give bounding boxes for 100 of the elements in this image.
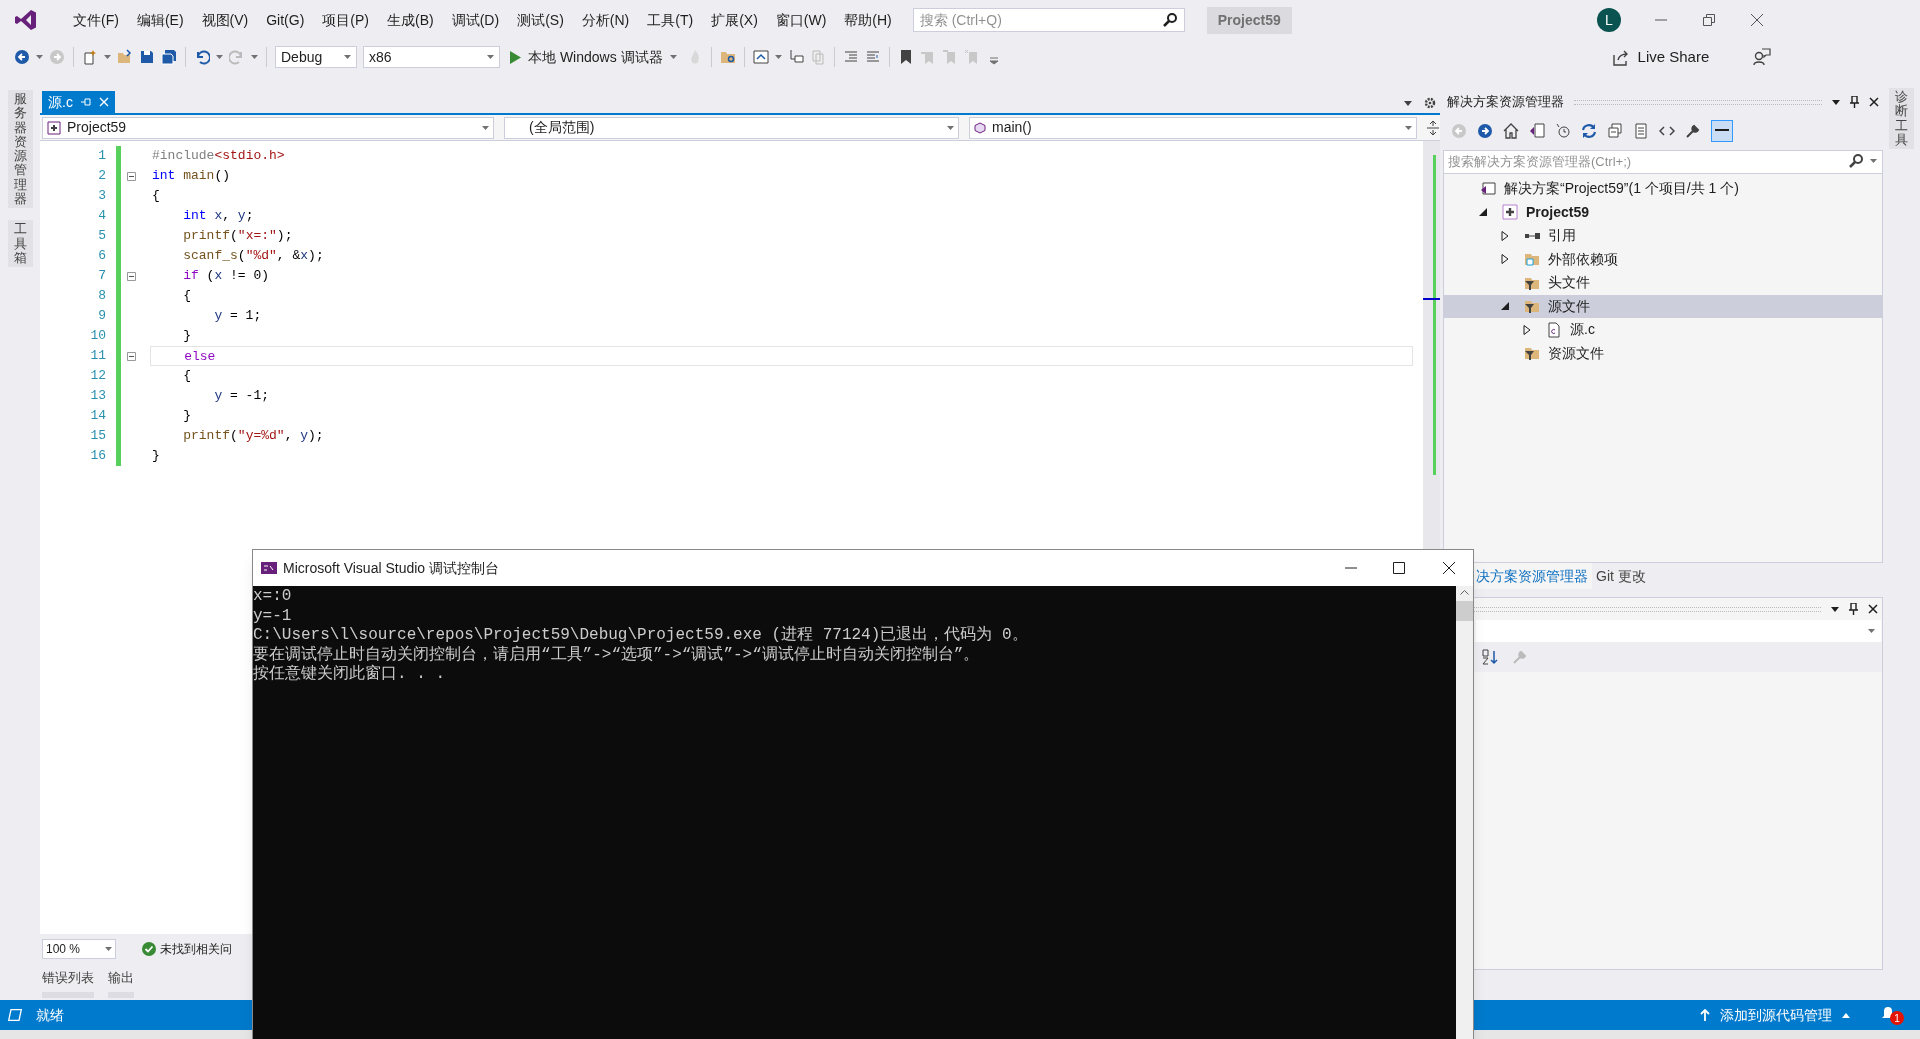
avatar[interactable]: L <box>1596 8 1621 32</box>
line-number: 7 <box>97 267 106 285</box>
caret-icon[interactable] <box>251 55 258 59</box>
scope-dropdown[interactable]: (全局范围) <box>504 116 959 139</box>
scroll-thumb[interactable] <box>1456 601 1473 621</box>
menu-item[interactable]: Git(G) <box>257 6 314 34</box>
open-folder-icon[interactable] <box>117 49 133 65</box>
search-field[interactable]: 搜索 (Ctrl+Q) <box>912 8 1185 32</box>
home-icon[interactable] <box>1503 123 1519 139</box>
line-number: 2 <box>97 167 106 185</box>
restore-icon[interactable] <box>1702 14 1715 26</box>
refresh-icon[interactable] <box>1581 123 1597 139</box>
menu-item[interactable]: 窗口(W) <box>766 6 836 34</box>
menu-item[interactable]: 测试(S) <box>508 6 573 34</box>
search-field[interactable]: 搜索解决方案资源管理器(Ctrl+;) <box>1443 149 1883 174</box>
menu-item[interactable]: 分析(N) <box>572 6 639 34</box>
scroll-bar[interactable] <box>1456 586 1473 1039</box>
menu-item[interactable]: 扩展(X) <box>702 6 767 34</box>
menu-item[interactable]: 调试(D) <box>442 6 509 34</box>
search-icon <box>1162 13 1177 27</box>
menu-item[interactable]: 编辑(E) <box>127 6 193 34</box>
collapse-icon[interactable] <box>127 171 136 181</box>
platform-dropdown[interactable]: x86 <box>363 46 500 68</box>
solution-switch-icon[interactable] <box>1529 123 1545 139</box>
collapse-icon[interactable] <box>127 271 136 281</box>
forward-icon[interactable] <box>1477 123 1493 139</box>
tree-item[interactable]: 解决方案“Project59”(1 个项目/共 1 个) <box>1444 177 1882 201</box>
line-number: 14 <box>89 407 106 425</box>
tree-item[interactable]: 头文件 <box>1444 271 1882 295</box>
expand-arrow-icon[interactable] <box>1522 324 1532 335</box>
status-text: 就绪 <box>36 1005 64 1025</box>
undo-icon[interactable] <box>194 49 210 65</box>
menu-item[interactable]: 帮助(H) <box>835 6 901 34</box>
tree-item[interactable]: 外部依赖项 <box>1444 247 1882 271</box>
caret-icon <box>1870 159 1877 163</box>
source-control-button[interactable]: 添加到源代码管理 <box>1700 1004 1850 1026</box>
tree-item[interactable]: 源文件 <box>1444 294 1882 318</box>
tree-item[interactable]: 源.c <box>1444 318 1882 342</box>
collapse-all-icon[interactable] <box>1607 123 1623 139</box>
history-icon[interactable] <box>1555 123 1571 139</box>
pin-icon[interactable] <box>1849 603 1858 615</box>
maximize-icon[interactable] <box>1393 562 1405 574</box>
dropdown-icon[interactable] <box>1832 99 1840 105</box>
feedback-person-icon[interactable] <box>1753 48 1772 66</box>
member-dropdown[interactable]: main() <box>969 116 1417 139</box>
split-icon[interactable] <box>1427 120 1439 135</box>
live-share-button[interactable]: Live Share <box>1612 45 1710 69</box>
configuration-dropdown[interactable]: Debug <box>275 46 357 68</box>
zoom-dropdown[interactable]: 100 % <box>42 939 116 959</box>
side-tab[interactable]: 工具箱 <box>7 220 33 268</box>
caret-icon[interactable] <box>104 55 111 59</box>
close-icon[interactable] <box>1868 604 1878 614</box>
preview-toggle-button[interactable] <box>1711 120 1733 142</box>
menu-item[interactable]: 工具(T) <box>638 6 703 34</box>
share-icon <box>1612 48 1630 66</box>
panel-tab[interactable]: 决方案资源管理器 <box>1472 563 1592 589</box>
menu-item[interactable]: 生成(B) <box>378 6 443 34</box>
caret-icon[interactable] <box>774 55 782 59</box>
tree-item[interactable]: 引用 <box>1444 224 1882 248</box>
collapse-arrow-icon[interactable] <box>1500 301 1510 312</box>
close-icon[interactable] <box>1750 14 1763 26</box>
caret-icon[interactable] <box>36 55 43 59</box>
play-icon <box>510 50 521 64</box>
save-all-icon[interactable] <box>161 49 177 65</box>
side-tab[interactable]: 服务器资源管理器 <box>7 90 33 209</box>
settings-icon[interactable] <box>1424 97 1436 109</box>
sort-alpha-icon[interactable] <box>1482 649 1498 665</box>
tree-item[interactable]: Project59 <box>1444 200 1882 224</box>
expand-arrow-icon[interactable] <box>1500 254 1510 265</box>
close-icon[interactable] <box>1443 562 1455 574</box>
collapse-arrow-icon[interactable] <box>1478 207 1488 218</box>
menu-item[interactable]: 文件(F) <box>64 6 128 34</box>
find-folder-icon[interactable] <box>719 49 736 65</box>
code-line: } <box>182 327 192 345</box>
side-tab[interactable]: 诊断工具 <box>1889 88 1914 150</box>
collapse-icon[interactable] <box>127 351 136 361</box>
expand-arrow-icon[interactable] <box>1500 230 1510 241</box>
console-app-icon <box>261 562 277 574</box>
tree-item[interactable]: 资源文件 <box>1444 341 1882 365</box>
run-debugger-button[interactable]: 本地 Windows 调试器 <box>506 46 681 68</box>
project-icon <box>1502 204 1518 221</box>
console-output: x=:0 y=-1 C:\Users\l\source\repos\Project59\Debug\Project59.exe (进程 77124)已退出，代码为 0。 要在调试停止时自动关闭控制台，请启用“工具”->“选项”->“调试”->“调试停止时自动关闭控制台”。 按任意键关闭此窗口. . . <box>253 586 1029 686</box>
project-dropdown[interactable]: Project59 <box>42 116 494 139</box>
menu-item[interactable]: 视图(V) <box>192 6 258 34</box>
show-files-icon[interactable] <box>1633 123 1649 139</box>
step-icon[interactable] <box>787 49 804 65</box>
browser-icon[interactable] <box>752 49 769 65</box>
dropdown-icon[interactable] <box>1404 100 1412 106</box>
save-icon[interactable] <box>139 49 155 65</box>
method-icon <box>974 121 986 134</box>
dropdown-icon[interactable] <box>1831 606 1839 612</box>
new-item-icon[interactable] <box>82 49 98 65</box>
wrench-icon[interactable] <box>1685 123 1701 139</box>
back-icon[interactable] <box>14 49 30 65</box>
panel-tab[interactable]: Git 更改 <box>1592 563 1650 589</box>
menu-item[interactable]: 项目(P) <box>313 6 378 34</box>
close-icon[interactable] <box>1869 97 1879 107</box>
caret-icon[interactable] <box>216 55 223 59</box>
pin-icon[interactable] <box>1850 96 1859 108</box>
solution-icon <box>1480 180 1496 197</box>
